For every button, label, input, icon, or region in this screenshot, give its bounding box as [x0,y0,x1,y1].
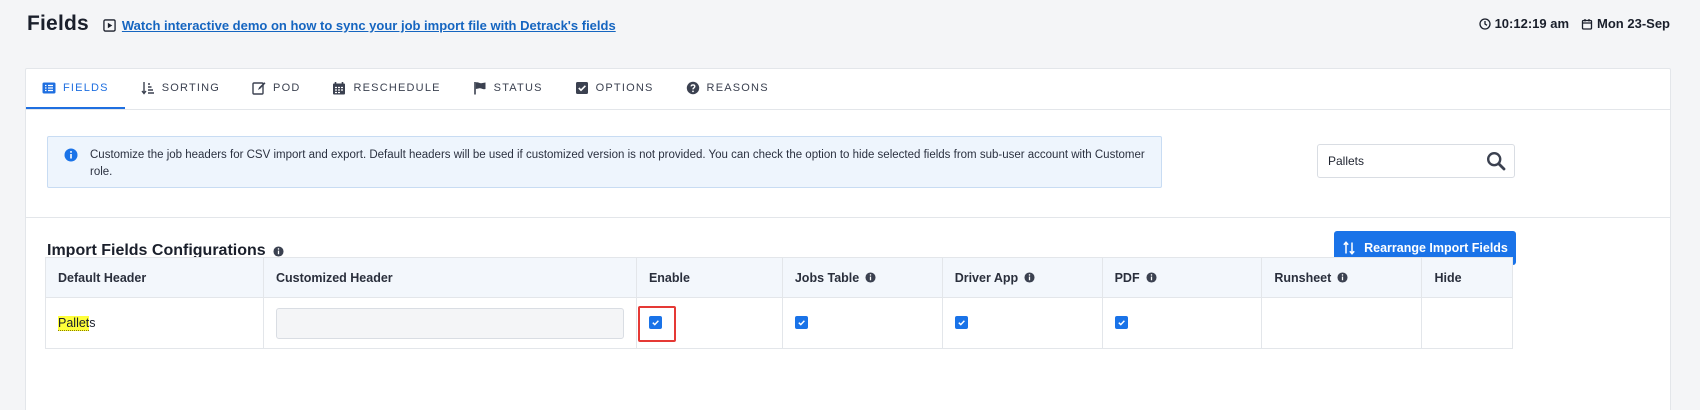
page-title: Fields [27,12,89,35]
info-icon[interactable] [1146,272,1157,283]
focus-highlight [637,306,676,342]
check-icon [798,320,805,326]
info-banner: Customize the job headers for CSV import… [47,136,1162,188]
tab-label: RESCHEDULE [353,81,441,94]
tab-options[interactable]: OPTIONS [559,68,670,109]
check-icon [1117,320,1125,326]
tab-sorting[interactable]: SORTING [125,68,236,109]
tab-label: POD [273,81,301,94]
calendar-icon [333,81,346,94]
calendar-icon [1581,18,1593,30]
check-icon [957,320,965,326]
tab-label: SORTING [161,81,221,94]
play-icon [103,19,116,32]
search-box [1317,144,1515,178]
tab-label: FIELDS [63,81,109,94]
info-icon[interactable] [1337,272,1348,283]
info-icon[interactable] [1024,272,1035,283]
cell-driver-app [941,297,1103,349]
top-bar: Fields Watch interactive demo on how to … [0,0,1700,48]
question-icon [686,81,699,94]
time-display: 10:12:19 am [1478,16,1570,31]
tab-reasons[interactable]: REASONS [670,68,785,109]
col-pdf: PDF [1101,257,1263,298]
col-enable: Enable [635,257,783,298]
checkbox-icon [575,81,588,94]
clock: 10:12:19 am Mon 23-Sep [1467,16,1670,31]
info-icon[interactable] [865,272,876,283]
cell-enable [635,297,783,349]
search-input[interactable] [1328,154,1486,168]
time-text: 10:12:19 am [1494,16,1570,31]
demo-link-row: Watch interactive demo on how to sync yo… [103,18,616,33]
col-hide: Hide [1421,257,1513,298]
tab-label: OPTIONS [595,81,654,94]
cell-jobs-table [781,297,943,349]
tab-fields[interactable]: FIELDS [26,68,125,109]
tab-reschedule[interactable]: RESCHEDULE [316,68,456,109]
list-icon [42,82,56,93]
pdf-checkbox[interactable] [1114,316,1128,329]
cell-hide [1421,297,1513,349]
flag-icon [473,81,486,94]
rearrange-label: Rearrange Import Fields [1364,241,1508,255]
jobs-table-checkbox[interactable] [794,316,808,329]
table-header-row: Default Header Customized Header Enable … [45,257,1513,298]
tab-label: REASONS [706,81,769,94]
col-driver-app: Driver App [941,257,1103,298]
tab-status[interactable]: STATUS [457,68,559,109]
search-highlight: Pallet [58,316,90,331]
col-jobs-table: Jobs Table [781,257,943,298]
clock-icon [1478,17,1491,30]
default-header-label: Pallets [58,316,96,331]
info-icon[interactable] [273,245,284,257]
sort-arrows-icon [1343,241,1355,255]
col-runsheet: Runsheet [1261,257,1423,298]
fields-card: FIELDS SORTING POD RESCHEDULE STATUS OPT… [25,68,1671,410]
info-text: Customize the job headers for CSV import… [90,149,1145,178]
edit-icon [252,81,266,95]
info-row: Customize the job headers for CSV import… [26,110,1670,218]
search-icon[interactable] [1486,151,1506,171]
col-default-header: Default Header [45,257,264,298]
cell-default-header: Pallets [45,297,264,349]
import-fields-table: Default Header Customized Header Enable … [45,257,1513,349]
driver-app-checkbox[interactable] [954,316,968,329]
info-icon [64,148,78,162]
table-row: Pallets [45,297,1513,349]
demo-link[interactable]: Watch interactive demo on how to sync yo… [122,18,616,33]
date-display: Mon 23-Sep [1581,16,1670,31]
tab-pod[interactable]: POD [236,68,316,109]
cell-runsheet [1261,297,1423,349]
tab-label: STATUS [493,81,543,94]
customized-header-input[interactable] [275,307,624,339]
tab-bar: FIELDS SORTING POD RESCHEDULE STATUS OPT… [26,69,1670,110]
date-text: Mon 23-Sep [1597,16,1670,31]
cell-customized-header [262,297,637,349]
col-customized-header: Customized Header [262,257,637,298]
sort-icon [141,81,154,95]
cell-pdf [1101,297,1263,349]
